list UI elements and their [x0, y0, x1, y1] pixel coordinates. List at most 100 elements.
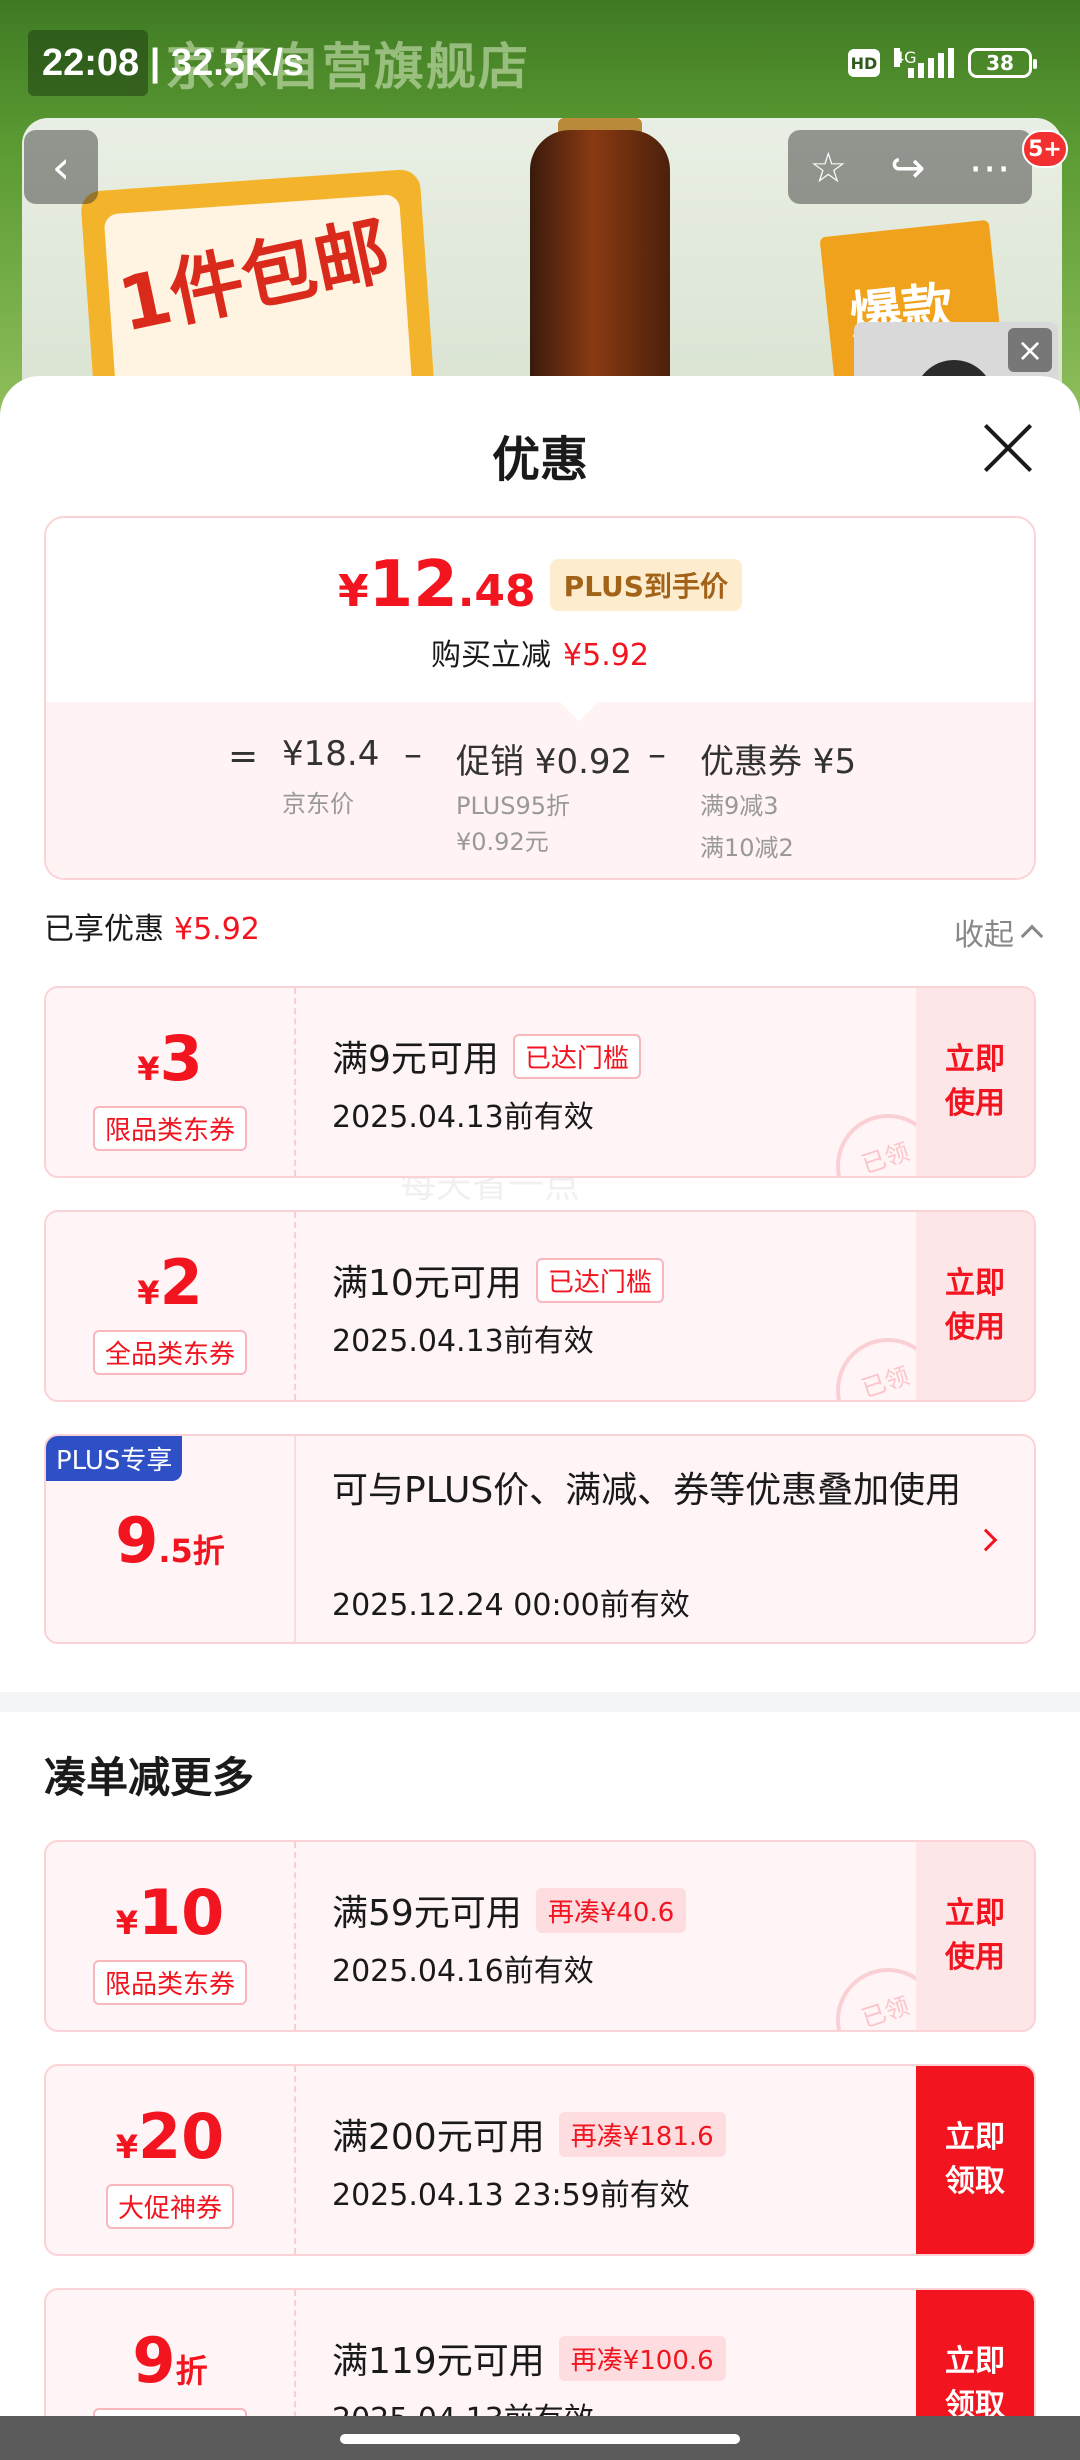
instant-discount: 购买立减 ¥5.92: [46, 630, 1034, 674]
network-type: 4G: [894, 48, 917, 67]
coupon-card: ¥2 全品类东券 满10元可用 已达门槛 2025.04.13前有效 已领 立即…: [44, 1210, 1036, 1402]
star-icon[interactable]: ☆: [810, 143, 848, 192]
plus-discount-rate: 9.5折: [46, 1504, 294, 1577]
price-integer: 12: [368, 548, 458, 622]
collapse-button[interactable]: 收起: [954, 910, 1044, 954]
use-coupon-button[interactable]: 立即 使用: [916, 1212, 1034, 1400]
coupon-condition-text: 满119元可用: [332, 2341, 545, 2382]
coupon-condition-text: 满10元可用: [332, 1263, 522, 1304]
coupon-type: 大促神券: [105, 2184, 235, 2229]
coupon-card: ¥20 大促神券 满200元可用 再凑¥181.6 2025.04.13 23:…: [44, 2064, 1036, 2256]
instant-discount-label: 购买立减: [431, 638, 552, 673]
coupon-currency: ¥: [115, 1904, 138, 1942]
use-coupon-button[interactable]: 立即 使用: [916, 1842, 1034, 2030]
coupon-condition-text: 满9元可用: [332, 1039, 499, 1080]
plus-discount-validity: 2025.12.24 00:00前有效: [332, 1588, 690, 1623]
enjoyed-label: 已享优惠: [44, 912, 164, 947]
coupon-type: 全品类东券: [92, 1330, 248, 1375]
coupon-amount: ¥2: [46, 1246, 294, 1319]
price-decimal: .48: [457, 566, 536, 617]
top-actions: ☆ ↪ ⋯: [788, 130, 1032, 204]
collapse-label: 收起: [954, 918, 1014, 953]
coupon-card: ¥10 限品类东券 满59元可用 再凑¥40.6 2025.04.16前有效 已…: [44, 1840, 1036, 2032]
chevron-left-icon: ‹: [51, 140, 71, 194]
coupon-amount: ¥10: [46, 1876, 294, 1949]
plus-discount-description: 可与PLUS价、满减、券等优惠叠加使用: [332, 1470, 962, 1511]
currency-symbol: ¥: [338, 566, 369, 617]
signal-icon: 4G: [894, 48, 954, 78]
coupon-gap-pill: 再凑¥181.6: [558, 2111, 726, 2157]
action-line-1: 立即: [945, 1042, 1005, 1077]
coupon-condition: 满200元可用 再凑¥181.6: [332, 2108, 726, 2160]
discount-suffix: .5折: [158, 1532, 225, 1570]
coupon-validity: 2025.04.13前有效: [332, 1324, 594, 1359]
action-line-2: 领取: [945, 2164, 1005, 2199]
coupon-value: 3: [159, 1022, 203, 1095]
coupon-condition-text: 满200元可用: [332, 2117, 545, 2158]
coupon-status-pill: 已达门槛: [512, 1033, 641, 1079]
claim-coupon-button[interactable]: 立即 领取: [916, 2066, 1034, 2254]
coupon-condition: 满9元可用 已达门槛: [332, 1030, 641, 1082]
gesture-bar: [0, 2416, 1080, 2460]
hd-icon: HD: [848, 49, 880, 77]
coupon-value: 20: [137, 2100, 225, 2173]
coupon-sub-2: 满10减2: [700, 834, 794, 862]
coupon-amount: 9折: [46, 2324, 294, 2397]
discount-sheet: 优惠 ¥12 .48 PLUS到手价 购买立减 ¥5.92 = ¥18.4 京东价…: [0, 376, 1080, 2460]
jd-price: ¥18.4: [282, 734, 380, 774]
coupon-status-pill: 已达门槛: [535, 1257, 664, 1303]
coupon-condition: 满59元可用 再凑¥40.6: [332, 1884, 687, 1936]
use-coupon-button[interactable]: 立即 使用: [916, 988, 1034, 1176]
plus-discount-card[interactable]: PLUS专享 9.5折 可与PLUS价、满减、券等优惠叠加使用 2025.12.…: [44, 1434, 1036, 1644]
coupon-currency: ¥: [137, 1274, 160, 1312]
coupon-currency: ¥: [137, 1050, 160, 1088]
chevron-right-icon: [974, 1528, 998, 1552]
promo-sub-1: PLUS95折: [456, 792, 570, 820]
promo-sub-2: ¥0.92元: [456, 828, 549, 856]
status-bar: 22:08 | 32.5K/s HD 4G 38: [0, 0, 1080, 130]
plus-price-badge: PLUS到手价: [549, 559, 742, 611]
close-icon[interactable]: ×: [1008, 328, 1052, 372]
action-line-1: 立即: [945, 1896, 1005, 1931]
coupon-sub-1: 满9减3: [700, 792, 779, 820]
more-icon[interactable]: ⋯: [968, 143, 1010, 192]
coupon-value: 9: [132, 2324, 176, 2397]
battery-icon: 38: [968, 48, 1037, 78]
instant-discount-value: ¥5.92: [563, 638, 649, 673]
promo-amount: 促销 ¥0.92: [456, 742, 633, 782]
minus-sign: –: [404, 734, 422, 775]
action-line-2: 使用: [945, 1310, 1005, 1345]
coupon-condition-text: 满59元可用: [332, 1893, 522, 1934]
jd-price-label: 京东价: [282, 790, 354, 818]
minus-sign: –: [648, 734, 666, 775]
coupon-amount: ¥3: [46, 1022, 294, 1095]
action-line-1: 立即: [945, 1266, 1005, 1301]
sheet-title: 优惠: [491, 432, 588, 488]
coupon-value: 10: [137, 1876, 225, 1949]
close-icon[interactable]: [980, 420, 1036, 476]
coupon-amount: ¥20: [46, 2100, 294, 2173]
equals-sign: =: [228, 736, 259, 777]
coupon-validity: 2025.04.13 23:59前有效: [332, 2178, 690, 2213]
chevron-up-icon: [1020, 924, 1044, 948]
coupon-gap-pill: 再凑¥100.6: [558, 2335, 726, 2381]
discount-integer: 9: [115, 1504, 159, 1577]
action-line-2: 使用: [945, 1940, 1005, 1975]
coupon-card: ¥3 限品类东券 满9元可用 已达门槛 2025.04.13前有效 已领 立即 …: [44, 986, 1036, 1178]
plus-exclusive-tag: PLUS专享: [46, 1436, 183, 1481]
price-breakdown: ¥12 .48 PLUS到手价 购买立减 ¥5.92 = ¥18.4 京东价 – …: [44, 516, 1036, 880]
enjoyed-discount: 已享优惠 ¥5.92: [44, 904, 260, 948]
section-divider: [0, 1692, 1080, 1712]
action-line-2: 使用: [945, 1086, 1005, 1121]
coupon-condition: 满10元可用 已达门槛: [332, 1254, 664, 1306]
back-button[interactable]: ‹: [24, 130, 98, 204]
coupon-condition: 满119元可用 再凑¥100.6: [332, 2332, 726, 2384]
more-coupons-title: 凑单减更多: [44, 1753, 255, 1802]
coupon-type: 限品类东券: [92, 1106, 248, 1151]
home-indicator[interactable]: [340, 2434, 740, 2444]
action-line-1: 立即: [945, 2120, 1005, 2155]
final-price: ¥12 .48 PLUS到手价: [46, 548, 1034, 622]
share-icon[interactable]: ↪: [890, 143, 925, 192]
coupon-unit: 折: [175, 2352, 208, 2390]
coupon-type: 限品类东券: [92, 1960, 248, 2005]
